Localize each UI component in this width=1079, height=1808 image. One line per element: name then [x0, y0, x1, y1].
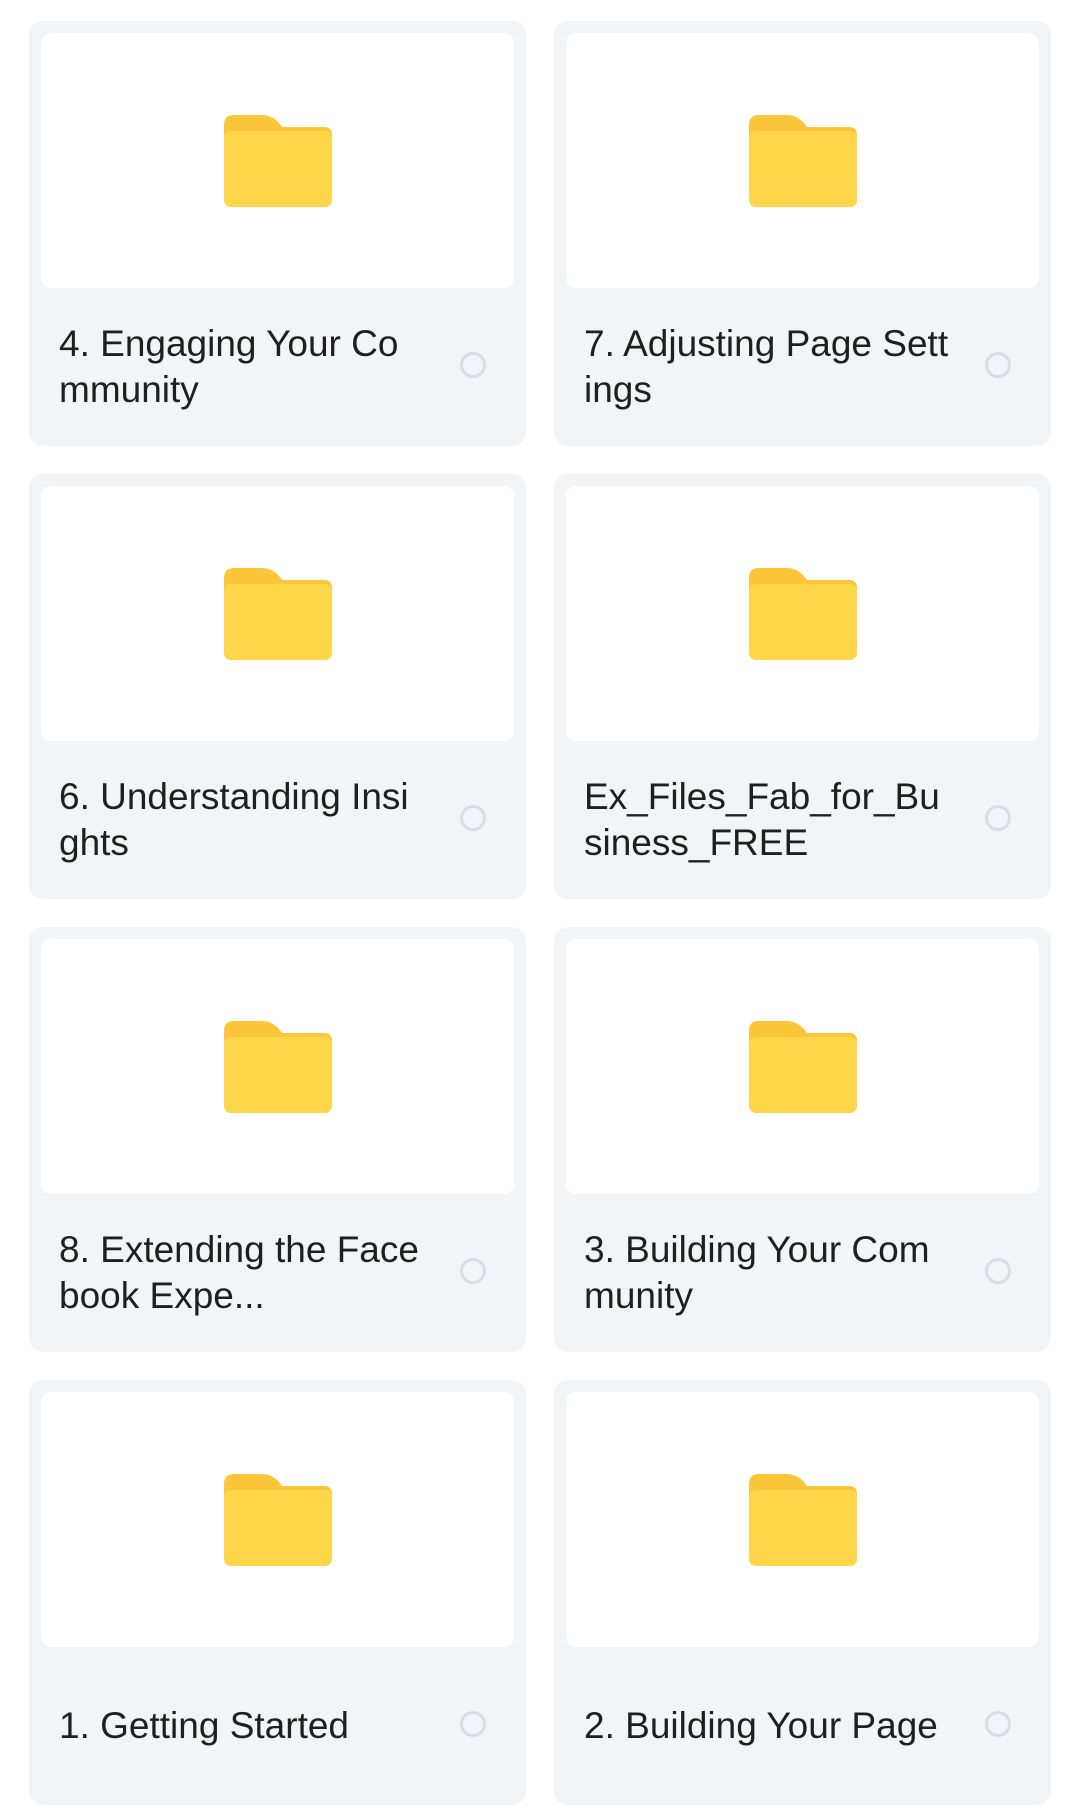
folder-name: 1. Getting Started: [59, 1705, 350, 1746]
folder-thumbnail: [41, 486, 514, 741]
folder-icon: [748, 114, 857, 207]
folder-card[interactable]: 8. Extending the Facebook Expe...: [29, 927, 526, 1352]
folder-card[interactable]: 1. Getting Started: [29, 1380, 526, 1805]
folder-card[interactable]: 4. Engaging Your Community: [29, 21, 526, 446]
folder-card[interactable]: 3. Building Your Community: [554, 927, 1051, 1352]
folder-thumbnail: [566, 939, 1039, 1194]
folder-thumbnail: [41, 1392, 514, 1647]
select-radio[interactable]: [460, 352, 486, 378]
folder-icon: [223, 1020, 332, 1113]
folder-name: 4. Engaging Your Community: [59, 323, 399, 410]
select-radio[interactable]: [985, 352, 1011, 378]
folder-icon: [223, 567, 332, 660]
folder-icon: [748, 567, 857, 660]
folder-name: 6. Understanding Insights: [59, 776, 409, 863]
folder-card[interactable]: 2. Building Your Page: [554, 1380, 1051, 1805]
folder-name: 7. Adjusting Page Settings: [584, 323, 949, 410]
folder-thumbnail: [41, 33, 514, 288]
folder-name: 2. Building Your Page: [584, 1705, 938, 1746]
folder-card[interactable]: 6. Understanding Insights: [29, 474, 526, 899]
select-radio[interactable]: [460, 805, 486, 831]
select-radio[interactable]: [985, 1711, 1011, 1737]
folder-thumbnail: [566, 1392, 1039, 1647]
select-radio[interactable]: [985, 1258, 1011, 1284]
folder-grid: 4. Engaging Your Community 7. Adjusting …: [29, 21, 1051, 1805]
folder-thumbnail: [566, 33, 1039, 288]
select-radio[interactable]: [460, 1711, 486, 1737]
select-radio[interactable]: [985, 805, 1011, 831]
folder-icon: [748, 1473, 857, 1566]
folder-card[interactable]: Ex_Files_Fab_for_Business_FREE: [554, 474, 1051, 899]
folder-name: 3. Building Your Community: [584, 1229, 930, 1316]
folder-icon: [748, 1020, 857, 1113]
folder-name: 8. Extending the Facebook Expe...: [59, 1229, 419, 1316]
select-radio[interactable]: [460, 1258, 486, 1284]
folder-thumbnail: [566, 486, 1039, 741]
folder-name: Ex_Files_Fab_for_Business_FREE: [584, 776, 940, 863]
folder-thumbnail: [41, 939, 514, 1194]
folder-icon: [223, 1473, 332, 1566]
folder-card[interactable]: 7. Adjusting Page Settings: [554, 21, 1051, 446]
folder-icon: [223, 114, 332, 207]
